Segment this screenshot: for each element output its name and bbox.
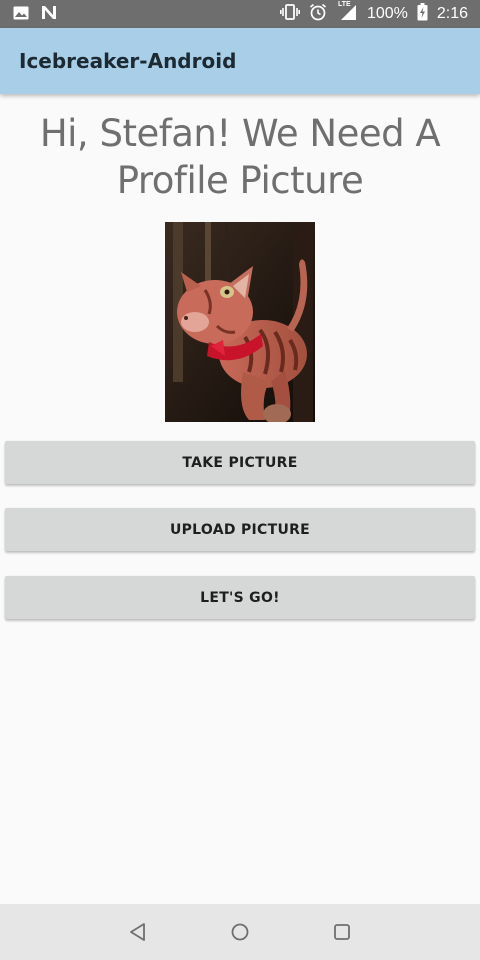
clock: 2:16: [436, 5, 468, 22]
battery-charging-icon: [417, 3, 428, 25]
back-icon[interactable]: [108, 904, 168, 960]
status-bar: LTE 100% 2:16: [0, 0, 480, 28]
status-left: [13, 5, 69, 24]
alarm-icon: [309, 3, 327, 25]
navigation-bar: [0, 904, 480, 960]
status-right: LTE 100% 2:16: [271, 1, 468, 25]
app-bar: Icebreaker-Android: [0, 28, 480, 94]
n-notification-icon: [41, 5, 57, 24]
take-picture-button[interactable]: TAKE PICTURE: [5, 441, 475, 484]
vibrate-icon: [279, 4, 300, 24]
recents-icon[interactable]: [312, 904, 372, 960]
network-type-label: LTE: [337, 1, 351, 8]
page-headline: Hi, Stefan! We Need A Profile Picture: [0, 110, 480, 204]
home-icon[interactable]: [210, 904, 270, 960]
profile-picture: [165, 222, 315, 422]
lets-go-button[interactable]: LET'S GO!: [5, 576, 475, 619]
upload-picture-button[interactable]: UPLOAD PICTURE: [5, 508, 475, 551]
signal-icon: LTE: [336, 1, 358, 25]
battery-percentage: 100%: [366, 5, 408, 22]
headline-line-2: Profile Picture: [116, 159, 364, 202]
headline-line-1: Hi, Stefan! We Need A: [39, 112, 441, 155]
image-icon: [13, 5, 29, 24]
app-title: Icebreaker-Android: [19, 49, 237, 73]
